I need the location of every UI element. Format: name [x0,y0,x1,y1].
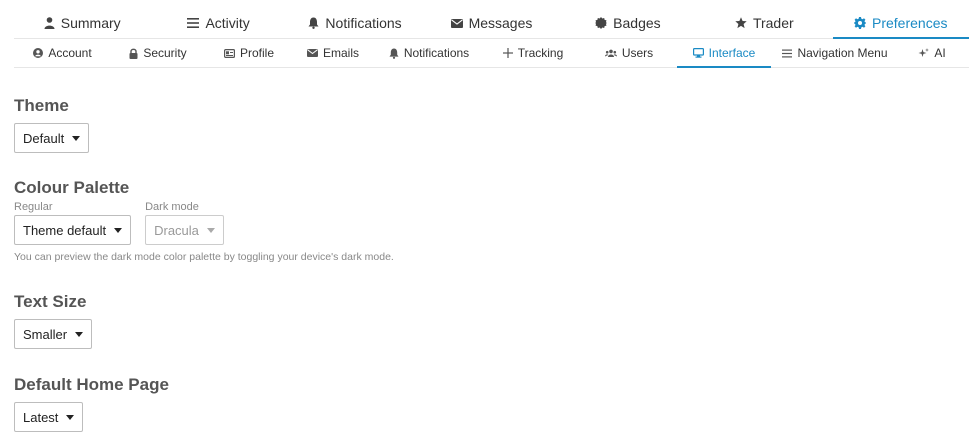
subtab-profile[interactable]: Profile [205,39,293,67]
home-page-heading: Default Home Page [14,375,169,394]
tab-label: Preferences [872,15,948,31]
home-page-select[interactable]: Latest [14,402,84,432]
home-page-value: Latest [23,409,59,425]
subtab-label: AI [934,46,946,60]
bell-icon [308,17,319,29]
text-size-value: Smaller [23,326,68,342]
tab-preferences[interactable]: Preferences [832,8,969,39]
subtab-label: Account [48,46,92,60]
dark-mode-hint: You can preview the dark mode color pale… [14,251,394,263]
regular-palette-label: Regular [14,201,53,213]
subtab-label: Tracking [517,46,564,60]
tab-label: Activity [205,15,250,31]
lock-icon [129,48,138,59]
subtab-label: Security [143,46,187,60]
dark-palette-select[interactable]: Dracula [145,215,224,245]
user-icon [44,17,55,29]
tab-badges[interactable]: Badges [560,8,696,38]
regular-palette-select[interactable]: Theme default [14,215,132,245]
cog-icon [854,17,866,29]
text-size-select[interactable]: Smaller [14,319,93,349]
text-size-section: Text Size Smaller [14,292,93,349]
caret-down-icon [72,135,81,141]
id-card-icon [223,48,235,58]
dark-palette-value: Dracula [154,222,199,238]
tab-label: Summary [60,15,121,31]
user-main-nav: Summary Activity Notifications Messages … [14,8,969,39]
subtab-security[interactable]: Security [111,39,205,67]
users-icon [604,49,617,58]
bars-icon [782,49,793,58]
caret-down-icon [75,331,84,337]
theme-select-value: Default [23,130,65,146]
subtab-interface[interactable]: Interface [677,39,771,68]
subtab-label: Emails [322,46,359,60]
sparkle-icon [918,47,930,59]
tab-label: Notifications [325,15,402,31]
tab-notifications[interactable]: Notifications [287,8,423,38]
theme-heading: Theme [14,96,69,115]
star-icon [735,17,747,29]
certificate-icon [595,17,608,29]
dark-palette-label: Dark mode [145,201,199,213]
home-page-section: Default Home Page Latest [14,375,169,432]
colour-palette-heading: Colour Palette [14,178,130,197]
subtab-notifications[interactable]: Notifications [373,39,485,67]
envelope-icon [306,49,318,57]
caret-down-icon [66,414,75,420]
envelope-icon [450,18,463,28]
tab-label: Messages [468,15,533,31]
caret-down-icon [206,227,215,233]
subtab-navigation-menu[interactable]: Navigation Menu [771,39,899,67]
subtab-account[interactable]: Account [14,39,111,67]
tab-summary[interactable]: Summary [14,8,150,38]
subtab-ai[interactable]: AI [899,39,965,67]
subtab-label: Navigation Menu [797,46,888,60]
text-size-heading: Text Size [14,292,87,311]
subtab-label: Interface [708,46,756,60]
plus-icon [502,48,513,58]
subtab-emails[interactable]: Emails [293,39,373,67]
desktop-icon [692,48,704,58]
regular-palette-value: Theme default [23,222,107,238]
stream-icon [187,18,200,28]
colour-palette-section: Colour Palette Regular Theme default Dar… [14,178,394,263]
subtab-label: Users [621,46,654,60]
theme-select[interactable]: Default [14,123,90,153]
user-circle-icon [33,48,44,58]
subtab-label: Profile [239,46,274,60]
theme-section: Theme Default [14,96,90,153]
subtab-users[interactable]: Users [581,39,677,67]
subtab-tracking[interactable]: Tracking [485,39,581,67]
subtab-label: Notifications [403,46,470,60]
tab-activity[interactable]: Activity [150,8,286,38]
bell-icon [389,48,399,59]
tab-label: Trader [752,15,794,31]
tab-label: Badges [613,15,661,31]
tab-trader[interactable]: Trader [696,8,832,38]
preferences-sub-nav: Account Security Profile Emails Notifica… [14,39,969,68]
caret-down-icon [114,227,123,233]
tab-messages[interactable]: Messages [423,8,559,38]
